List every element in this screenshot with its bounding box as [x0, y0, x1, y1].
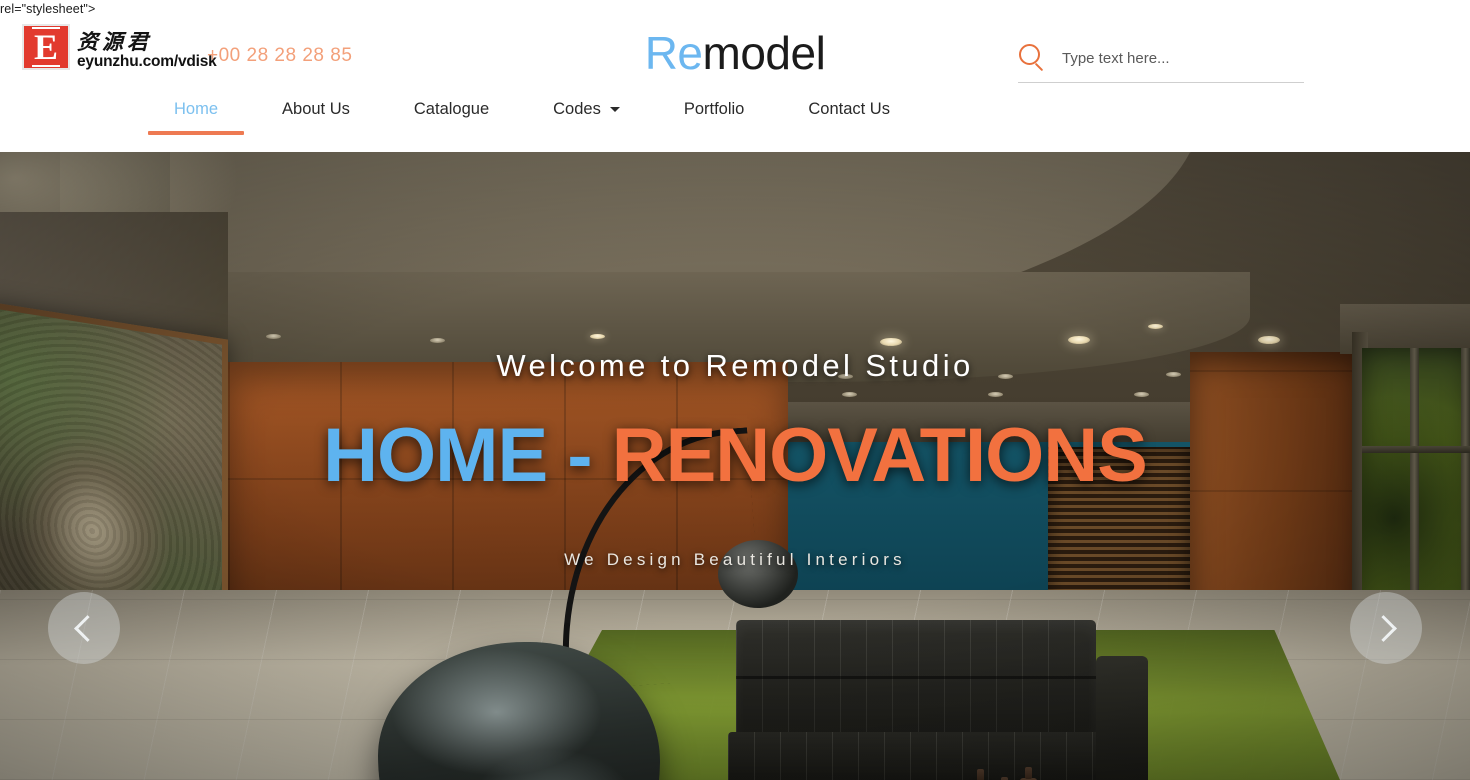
ceiling-spotlight	[998, 374, 1013, 379]
ceiling-spotlight	[1166, 372, 1181, 377]
nav-label-about-us: About Us	[282, 100, 350, 118]
nav-item-about-us[interactable]: About Us	[282, 100, 350, 135]
ceiling-spotlight	[430, 338, 445, 343]
sofa-backrest	[736, 620, 1096, 738]
nav-item-portfolio[interactable]: Portfolio	[684, 100, 745, 135]
ceiling-spotlight	[988, 392, 1003, 397]
carousel-next-button[interactable]	[1350, 592, 1422, 664]
ceiling-spotlight	[880, 338, 902, 346]
ceiling-spotlight	[1068, 336, 1090, 344]
chevron-down-icon	[609, 107, 620, 113]
ceiling-spotlight	[1258, 336, 1280, 344]
nav-label-catalogue: Catalogue	[413, 100, 490, 118]
leather-sofa	[718, 620, 1148, 780]
egg-chair	[378, 642, 660, 780]
nav-label-contact-us: Contact Us	[808, 100, 890, 118]
carousel-prev-button[interactable]	[48, 592, 120, 664]
hero-carousel: Welcome to Remodel Studio HOME - RENOVAT…	[0, 152, 1470, 780]
nav-label-portfolio: Portfolio	[683, 100, 745, 118]
search-bar[interactable]	[1018, 43, 1304, 83]
ceiling-spotlight	[842, 392, 857, 397]
search-icon[interactable]	[1018, 43, 1048, 73]
window-rail	[1362, 446, 1470, 453]
nav-item-home[interactable]: Home	[147, 100, 245, 135]
nav-label-codes: Codes	[553, 100, 601, 118]
ceiling-spotlight	[266, 334, 281, 339]
chevron-right-icon	[1369, 614, 1397, 642]
chair-shell	[378, 642, 660, 780]
logo-text-primary: Re	[644, 27, 703, 79]
nav-item-contact-us[interactable]: Contact Us	[808, 100, 890, 135]
ceiling-spotlight	[1148, 324, 1163, 329]
main-navigation: Home About Us Catalogue Codes Portfolio …	[147, 100, 954, 135]
ceiling-spotlight	[1134, 392, 1149, 397]
nav-item-codes[interactable]: Codes	[553, 100, 620, 135]
nav-item-catalogue[interactable]: Catalogue	[414, 100, 489, 135]
nav-label-home: Home	[174, 100, 219, 118]
ceiling-spotlight	[838, 374, 853, 379]
lamp-shade	[718, 540, 798, 608]
logo-text-secondary: model	[702, 27, 826, 79]
hero-background-image	[0, 152, 1470, 780]
sofa-seat	[728, 732, 1106, 780]
ceiling-spotlight	[590, 334, 605, 339]
sofa-armrest	[1096, 656, 1148, 780]
chevron-left-icon	[73, 614, 101, 642]
site-header: Remodel Home About Us Catalogue Codes Po…	[0, 0, 1470, 152]
search-input[interactable]	[1062, 49, 1304, 67]
